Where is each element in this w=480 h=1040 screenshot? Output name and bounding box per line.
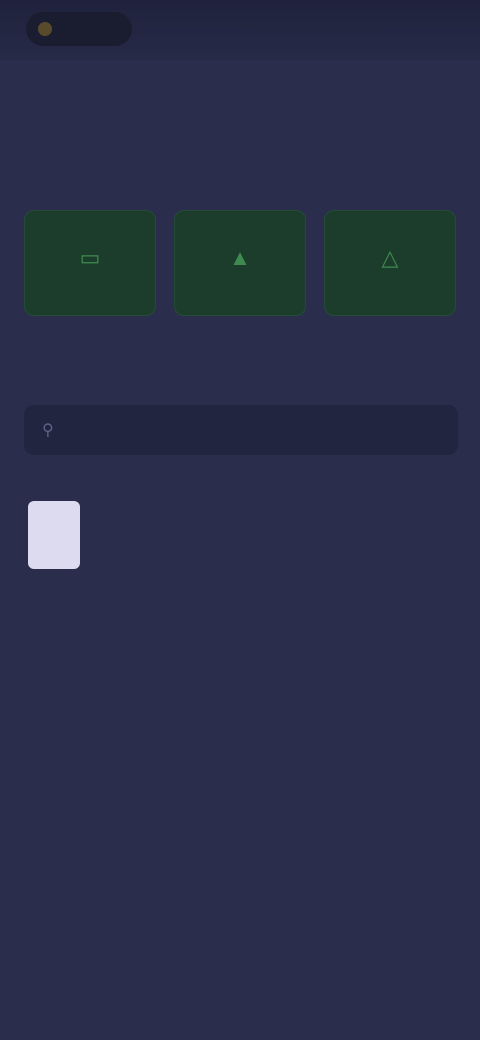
tile-create[interactable]: △ — [324, 210, 456, 316]
documents-header — [22, 352, 460, 382]
import-icon: ▲ — [229, 245, 251, 270]
search-icon: ⚲ — [42, 422, 54, 439]
search-bar[interactable]: ⚲ — [24, 405, 458, 455]
create-icon: △ — [381, 245, 399, 270]
tile-scan[interactable]: ▭ — [24, 210, 156, 316]
status-bar — [0, 0, 480, 60]
list-item[interactable] — [24, 495, 456, 575]
search-input[interactable] — [65, 421, 400, 439]
scan-icon: ▭ — [79, 245, 101, 270]
quick-actions-tiles: ▭ ▲ △ — [24, 210, 456, 316]
status-dot-icon — [38, 22, 52, 36]
document-thumbnail — [28, 501, 80, 569]
top-bar — [0, 64, 480, 124]
tile-import[interactable]: ▲ — [174, 210, 306, 316]
status-pill[interactable] — [26, 12, 132, 46]
